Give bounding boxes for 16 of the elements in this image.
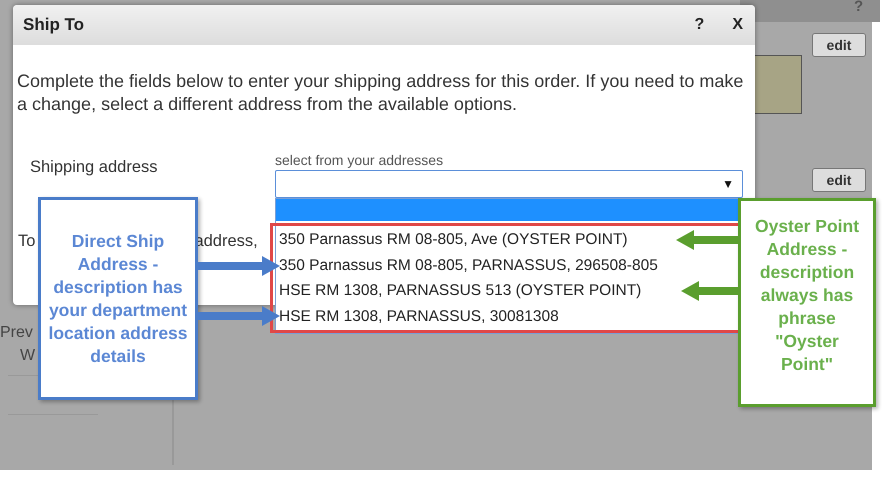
edit-button[interactable]: edit: [812, 33, 866, 57]
label: W: [20, 347, 36, 365]
edit-button[interactable]: edit: [812, 168, 866, 192]
close-button[interactable]: X: [730, 16, 745, 34]
address-select[interactable]: ▼: [275, 170, 743, 198]
arrow: [676, 230, 739, 250]
callout-note: Direct Ship Address - description has your department location address details: [38, 197, 198, 400]
instructions: Complete the fields below to enter your shipping address for this order. If you need to make a change, select a different address from the available options.: [17, 70, 744, 116]
field-label: Shipping address: [30, 157, 159, 178]
label: Prev: [0, 324, 33, 342]
help-button[interactable]: ?: [692, 16, 706, 34]
field-label: To: [18, 232, 36, 251]
field-hint: select from your addresses: [275, 152, 444, 168]
dialog-title: Ship To: [23, 15, 86, 35]
callout-note: Oyster Point Address - description always has phrase "Oyster Point": [738, 198, 876, 407]
arrow: [681, 281, 739, 301]
